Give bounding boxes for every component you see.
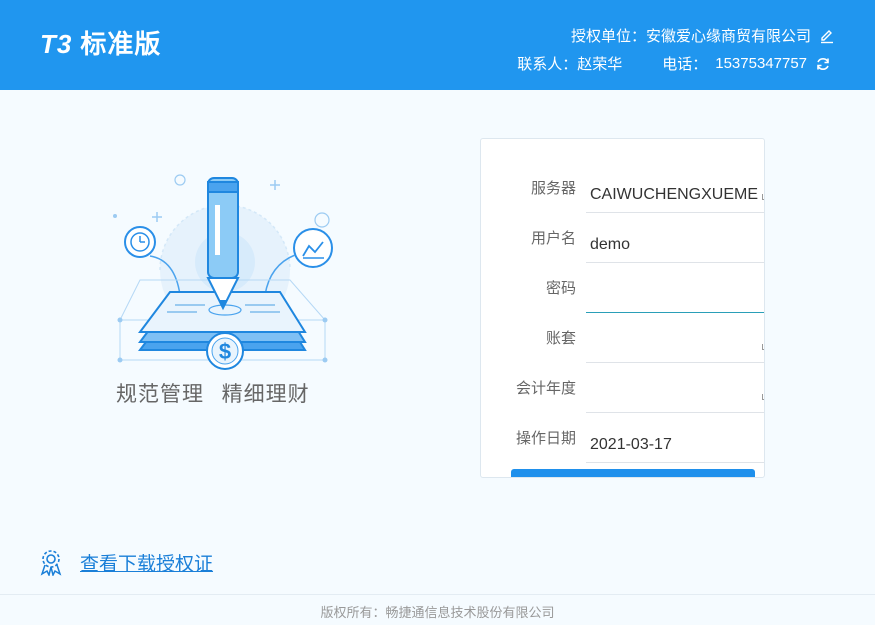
user-label: 用户名 [530,229,576,247]
svg-text:$: $ [219,339,231,364]
login-button[interactable] [511,469,755,477]
license-link-area[interactable]: 查看下载授权证 [38,548,213,576]
footer-divider [0,594,875,595]
account-label: 账套 [545,329,576,347]
license-unit-line: 授权单位：安徽爱心缘商贸有限公司 [571,25,835,46]
year-label: 会计年度 [515,379,576,397]
slogan-text: 规范管理 精细理财 [116,382,310,406]
date-row: 操作日期 [481,414,764,464]
server-label: 服务器 [530,179,576,197]
username-field[interactable] [586,227,764,263]
account-dropdown-icon[interactable] [762,344,764,350]
server-field[interactable] [586,177,764,213]
year-row: 会计年度 [481,364,764,414]
phone-number: 15375347757 [715,55,807,72]
account-field[interactable] [586,327,764,363]
logo-text: 标准版 [80,30,162,60]
date-field[interactable] [586,427,764,463]
phone-label: 电话： [662,55,708,73]
password-row: 密码 [481,264,764,314]
license-unit-text: 授权单位：安徽爱心缘商贸有限公司 [570,27,811,45]
password-field[interactable] [586,277,764,313]
contact-line: 联系人：赵荣华 电话： 15375347757 [517,53,831,74]
refresh-icon[interactable] [815,56,831,72]
server-dropdown-icon[interactable] [762,194,764,200]
year-dropdown-icon[interactable] [762,394,764,400]
user-row: 用户名 [481,214,764,264]
view-license-link[interactable]: 查看下载授权证 [80,549,213,576]
login-panel: 服务器 用户名 密码 账套 会计年度 操作日期 [480,138,765,478]
app-logo: T3 标准版 [40,24,161,61]
contact-text: 联系人：赵荣华 [517,55,623,73]
date-label: 操作日期 [515,429,576,447]
app-header: T3 标准版 授权单位：安徽爱心缘商贸有限公司 联系人：赵荣华 电话： 15375… [0,0,875,90]
password-label: 密码 [545,279,576,297]
license-certificate-icon [40,550,62,576]
logo-prefix: T3 [40,29,73,59]
account-row: 账套 [481,314,764,364]
server-row: 服务器 [481,164,764,214]
year-field[interactable] [586,377,764,413]
copyright-text: 版权所有：畅捷通信息技术股份有限公司 [320,606,555,621]
edit-icon[interactable] [819,28,835,44]
